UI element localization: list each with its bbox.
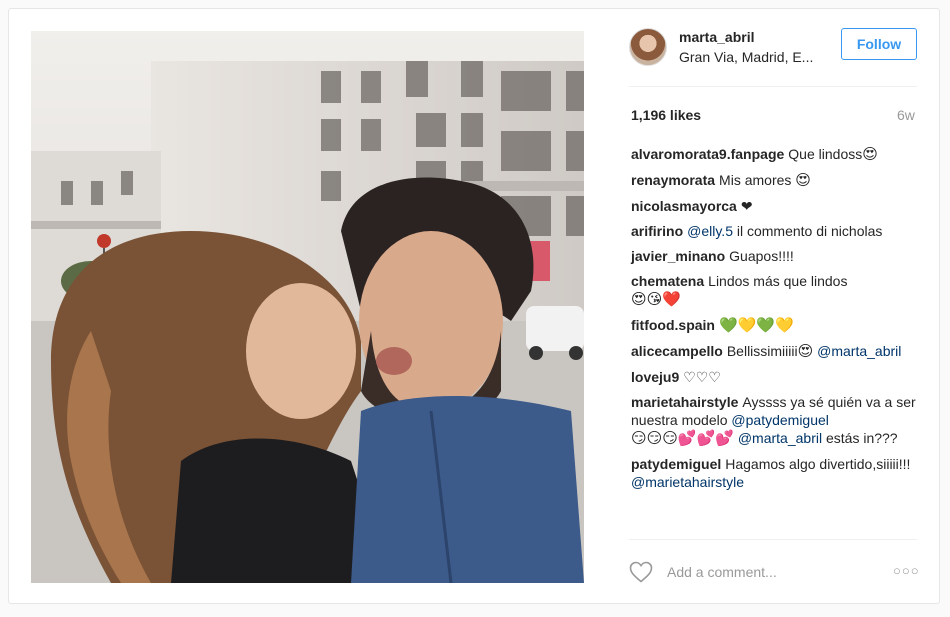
comment-text: ❤ xyxy=(740,198,753,214)
comment-item: javier_minano Guapos!!!! xyxy=(631,247,921,265)
comment-emoji: 😏😏😏💕💕💕 xyxy=(631,430,734,447)
comment-mention[interactable]: @marta_abril xyxy=(813,343,901,359)
comment-user[interactable]: alvaromorata9.fanpage xyxy=(631,146,784,162)
comment-text: Lindos más que lindos xyxy=(708,273,848,289)
comment-item: nicolasmayorca ❤ xyxy=(631,197,921,215)
comment-item: patydemiguel Hagamos algo divertido,siiii… xyxy=(631,455,921,491)
post-age[interactable]: 6w xyxy=(897,107,915,123)
comment-user[interactable]: javier_minano xyxy=(631,248,725,264)
post-location[interactable]: Gran Via, Madrid, E... xyxy=(679,49,813,65)
post-footer: ○○○ xyxy=(629,557,919,587)
comment-text: Mis amores xyxy=(719,172,796,188)
likes-count[interactable]: 1,196 likes xyxy=(631,107,701,123)
comment-mention[interactable]: @elly.5 xyxy=(687,223,733,239)
comment-user[interactable]: alicecampello xyxy=(631,343,723,359)
comment-text: Guapos!!!! xyxy=(729,248,794,264)
comment-user[interactable]: patydemiguel xyxy=(631,456,721,472)
comment-emoji: 😍 xyxy=(797,343,814,360)
comment-emoji: 💚💛💚💛 xyxy=(719,317,794,334)
comment-user[interactable]: marietahairstyle xyxy=(631,394,738,410)
comment-emoji: 😍 xyxy=(862,146,878,163)
comment-text: ♡♡♡ xyxy=(683,369,721,385)
post-card: marta_abril Gran Via, Madrid, E... Follo… xyxy=(8,8,940,604)
comment-item: arifirino @elly.5 il commento di nicholas xyxy=(631,222,921,240)
comment-mention[interactable]: @marietahairstyle xyxy=(631,474,744,490)
comment-user[interactable]: renaymorata xyxy=(631,172,715,188)
comment-user[interactable]: loveju9 xyxy=(631,369,679,385)
comment-user[interactable]: arifirino xyxy=(631,223,683,239)
post-header: marta_abril Gran Via, Madrid, E... Follo… xyxy=(629,27,919,77)
comment-text: il commento di nicholas xyxy=(732,223,883,239)
header-divider xyxy=(629,86,917,87)
comment-item: loveju9 ♡♡♡ xyxy=(631,368,921,386)
comment-item: fitfood.spain 💚💛💚💛 xyxy=(631,316,921,335)
comment-text: Que lindoss xyxy=(788,146,863,162)
comment-emoji: 😍 xyxy=(795,172,811,189)
comment-text: Bellissimiiiii xyxy=(726,343,798,359)
comment-emoji: 😍😘❤️ xyxy=(631,291,681,308)
comment-text: estás in??? xyxy=(822,430,898,446)
comment-list: alvaromorata9.fanpage Que lindoss😍 renaym… xyxy=(631,145,921,498)
comment-text: Hagamos algo divertido,siiiii!!! xyxy=(725,456,911,472)
comment-user[interactable]: fitfood.spain xyxy=(631,317,715,333)
comment-mention[interactable]: @patydemiguel xyxy=(731,412,829,428)
heart-outline-icon[interactable] xyxy=(629,561,653,583)
more-options-button[interactable]: ○○○ xyxy=(893,563,920,578)
comment-item: marietahairstyle Ayssss ya sé quién va a … xyxy=(631,393,921,448)
comment-item: alvaromorata9.fanpage Que lindoss😍 xyxy=(631,145,921,164)
add-comment-input[interactable] xyxy=(665,560,869,584)
follow-button[interactable]: Follow xyxy=(841,28,917,60)
footer-divider xyxy=(629,539,917,540)
comment-mention[interactable]: @marta_abril xyxy=(738,430,822,446)
post-username[interactable]: marta_abril xyxy=(679,29,754,45)
comment-item: renaymorata Mis amores 😍 xyxy=(631,171,921,190)
comment-item: alicecampello Bellissimiiiii😍 @marta_abri… xyxy=(631,342,921,361)
avatar[interactable] xyxy=(629,28,667,66)
comment-user[interactable]: chematena xyxy=(631,273,704,289)
comment-user[interactable]: nicolasmayorca xyxy=(631,198,737,214)
post-photo[interactable] xyxy=(31,31,584,583)
comment-item: chematena Lindos más que lindos 😍😘❤️ xyxy=(631,272,921,309)
